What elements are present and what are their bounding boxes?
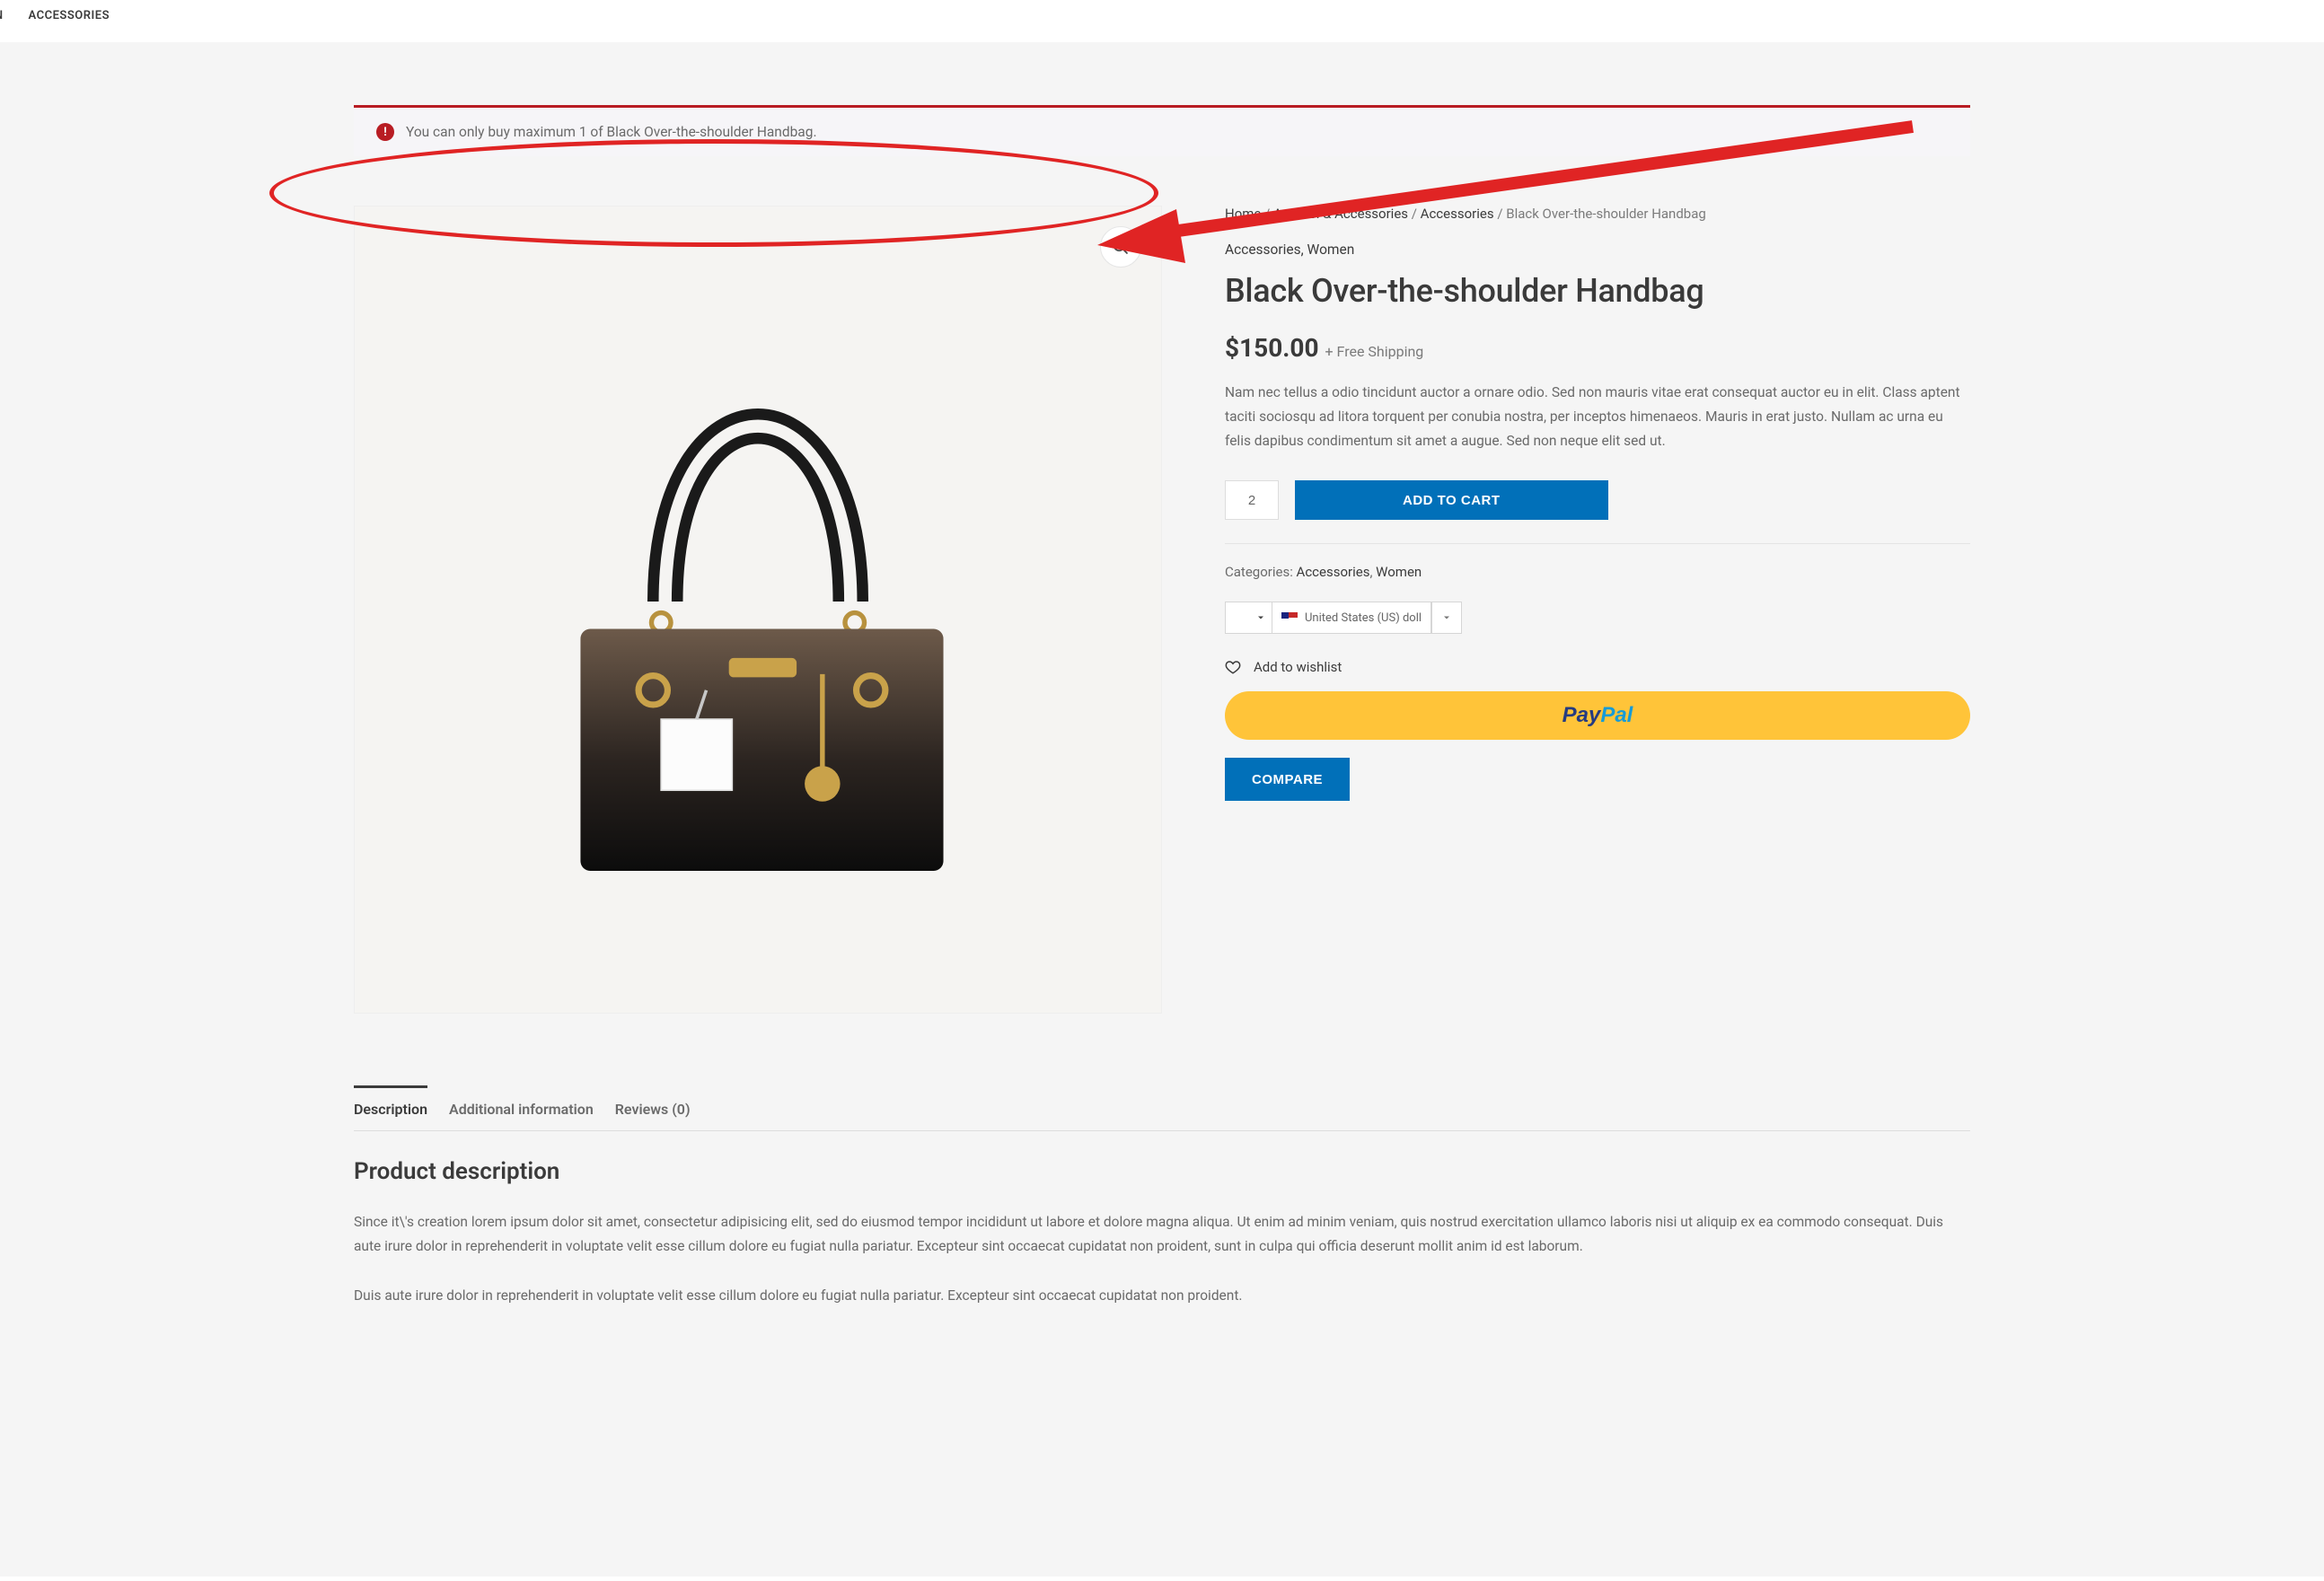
currency-dropdown-toggle[interactable] [1431, 602, 1462, 634]
product-wrapper: Home / Apparel & Accessories / Accessori… [354, 206, 1970, 1014]
cat-link-accessories[interactable]: Accessories [1225, 242, 1301, 258]
nav-link-en[interactable]: EN [0, 9, 4, 22]
description-paragraph-1: Since it\'s creation lorem ipsum dolor s… [354, 1210, 1970, 1259]
wishlist-label: Add to wishlist [1254, 659, 1342, 675]
short-description: Nam nec tellus a odio tincidunt auctor a… [1225, 381, 1970, 453]
product-title: Black Over-the-shoulder Handbag [1225, 272, 1970, 310]
divider [1225, 543, 1970, 544]
product-price: $150.00 + Free Shipping [1225, 333, 1970, 363]
product-gallery [354, 206, 1162, 1014]
breadcrumb-home[interactable]: Home [1225, 206, 1261, 222]
breadcrumb-cat1[interactable]: Apparel & Accessories [1273, 206, 1408, 222]
tab-additional-info[interactable]: Additional information [449, 1085, 594, 1130]
top-nav: EN ACCESSORIES [0, 0, 2324, 42]
product-tabs-wrap: Description Additional information Revie… [354, 1085, 1970, 1308]
product-image[interactable] [354, 206, 1162, 1014]
currency-symbol: $ [1225, 333, 1239, 363]
currency-selector: United States (US) doll [1225, 602, 1970, 634]
compare-button[interactable]: COMPARE [1225, 758, 1350, 801]
add-to-cart-row: ADD TO CART [1225, 480, 1970, 520]
currency-dropdown[interactable]: United States (US) doll [1272, 602, 1431, 634]
price-amount: 150.00 [1239, 333, 1318, 363]
paypal-pal-text: Pal [1600, 703, 1633, 728]
quantity-input[interactable] [1225, 480, 1279, 520]
heart-icon [1225, 659, 1241, 675]
add-to-cart-button[interactable]: ADD TO CART [1295, 480, 1608, 520]
breadcrumb-cat2[interactable]: Accessories [1421, 206, 1494, 222]
description-paragraph-2: Duis aute irure dolor in reprehenderit i… [354, 1284, 1970, 1308]
meta-cat-accessories[interactable]: Accessories [1297, 564, 1370, 580]
cat-link-women[interactable]: Women [1307, 242, 1355, 258]
shipping-note: + Free Shipping [1325, 343, 1424, 360]
breadcrumb: Home / Apparel & Accessories / Accessori… [1225, 206, 1970, 222]
tab-description[interactable]: Description [354, 1085, 427, 1130]
category-links: Accessories, Women [1225, 242, 1970, 258]
categories-label: Categories: [1225, 564, 1297, 580]
tab-reviews[interactable]: Reviews (0) [615, 1085, 691, 1130]
product-tabs: Description Additional information Revie… [354, 1085, 1970, 1131]
zoom-icon[interactable] [1100, 226, 1141, 268]
description-heading: Product description [354, 1158, 1970, 1185]
meta-cat-women[interactable]: Women [1376, 564, 1422, 580]
flag-us-icon [1281, 612, 1298, 623]
paypal-button[interactable]: PayPal [1225, 691, 1970, 740]
currency-label: United States (US) doll [1305, 611, 1422, 625]
description-panel: Product description Since it\'s creation… [354, 1131, 1970, 1308]
nav-link-accessories[interactable]: ACCESSORIES [29, 9, 110, 22]
error-notice: ! You can only buy maximum 1 of Black Ov… [354, 105, 1970, 156]
paypal-pay-text: Pay [1563, 703, 1601, 728]
alert-icon: ! [376, 123, 394, 141]
currency-small-select[interactable] [1225, 602, 1272, 634]
error-notice-text: You can only buy maximum 1 of Black Over… [406, 124, 817, 140]
wishlist-row[interactable]: Add to wishlist [1225, 659, 1970, 675]
breadcrumb-current: Black Over-the-shoulder Handbag [1506, 206, 1706, 222]
product-summary: Home / Apparel & Accessories / Accessori… [1225, 206, 1970, 1014]
product-meta: Categories: Accessories, Women [1225, 564, 1970, 580]
